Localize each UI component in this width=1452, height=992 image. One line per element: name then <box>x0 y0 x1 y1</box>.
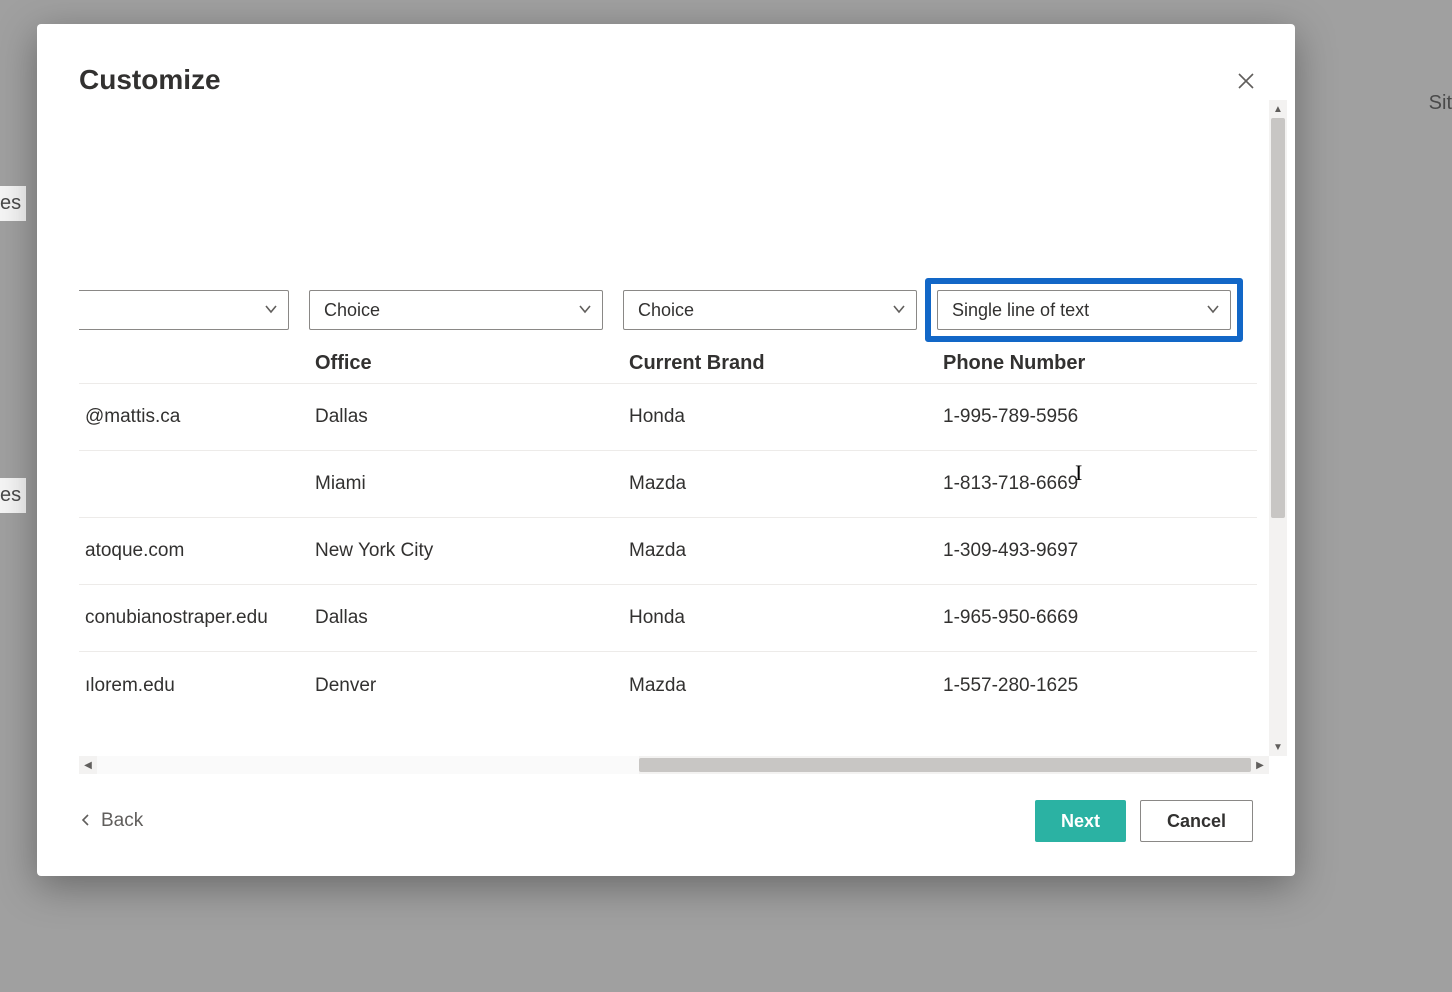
dropdown-value: Single line of text <box>952 300 1089 321</box>
table-cell: 1-557-280-1625 <box>937 675 1251 697</box>
table-cell: 1-995-789-5956 <box>937 406 1251 428</box>
table-cell: Miami <box>309 473 623 495</box>
scroll-track[interactable] <box>97 756 639 774</box>
table-cell: 1-309-493-9697 <box>937 540 1251 562</box>
table-cell: Honda <box>623 607 937 629</box>
table-cell: Dallas <box>309 607 623 629</box>
chevron-down-icon <box>264 300 278 321</box>
table-cell: Dallas <box>309 406 623 428</box>
preview-table: Office Current Brand Phone Number @matti… <box>79 344 1257 719</box>
column-type-dropdown-3[interactable]: Single line of text <box>937 290 1231 330</box>
chevron-down-icon <box>1206 300 1220 321</box>
table-cell: ılorem.edu <box>79 675 309 697</box>
dropdown-value: Choice <box>324 300 380 321</box>
customize-modal: Customize <box>37 24 1295 876</box>
table-cell: Mazda <box>623 675 937 697</box>
table-cell: atoque.com <box>79 540 309 562</box>
background-text: es <box>0 186 26 221</box>
next-label: Next <box>1061 811 1100 832</box>
table-cell: New York City <box>309 540 623 562</box>
vertical-scrollbar[interactable]: ▲ ▼ <box>1269 100 1287 756</box>
column-type-dropdown-2[interactable]: Choice <box>623 290 917 330</box>
table-cell: 1-813-718-6669 <box>937 473 1251 495</box>
horizontal-scrollbar[interactable]: ◀ ▶ <box>79 756 1269 774</box>
back-label: Back <box>101 810 143 832</box>
back-button[interactable]: Back <box>79 810 143 832</box>
modal-body: Choice Choice <box>79 100 1287 788</box>
background-text: es <box>0 478 26 513</box>
content-area: Choice Choice <box>79 100 1287 788</box>
table-cell: 1-965-950-6669 <box>937 607 1251 629</box>
chevron-down-icon <box>892 300 906 321</box>
table-cell: conubianostraper.edu <box>79 607 309 629</box>
scroll-left-button[interactable]: ◀ <box>79 756 97 774</box>
table-row: conubianostraper.edu Dallas Honda 1-965-… <box>79 585 1257 652</box>
next-button[interactable]: Next <box>1035 800 1126 842</box>
table-cell: @mattis.ca <box>79 406 309 428</box>
modal-footer: Back Next Cancel <box>37 796 1295 876</box>
chevron-down-icon <box>578 300 592 321</box>
close-icon <box>1237 72 1255 90</box>
modal-title: Customize <box>79 64 221 96</box>
column-header: Office <box>309 352 623 375</box>
close-button[interactable] <box>1233 66 1259 100</box>
column-type-dropdown-0[interactable] <box>79 290 289 330</box>
modal-header: Customize <box>37 24 1295 100</box>
column-header: Phone Number <box>937 352 1251 375</box>
table-row: Miami Mazda 1-813-718-6669 <box>79 451 1257 518</box>
chevron-left-icon <box>79 811 93 832</box>
table-cell: Mazda <box>623 473 937 495</box>
table-row: @mattis.ca Dallas Honda 1-995-789-5956 <box>79 384 1257 451</box>
horizontal-scroll-thumb[interactable] <box>639 758 1251 772</box>
scroll-up-button[interactable]: ▲ <box>1269 100 1287 118</box>
scroll-down-button[interactable]: ▼ <box>1269 738 1287 756</box>
table-row: ılorem.edu Denver Mazda 1-557-280-1625 <box>79 652 1257 719</box>
background-text: Sit <box>1423 88 1452 119</box>
cancel-button[interactable]: Cancel <box>1140 800 1253 842</box>
table-cell: Denver <box>309 675 623 697</box>
column-type-dropdown-1[interactable]: Choice <box>309 290 603 330</box>
highlighted-dropdown-wrap: Single line of text <box>925 278 1243 342</box>
column-type-row: Choice Choice <box>79 290 1257 330</box>
scroll-right-button[interactable]: ▶ <box>1251 756 1269 774</box>
table-cell: Honda <box>623 406 937 428</box>
table-row: atoque.com New York City Mazda 1-309-493… <box>79 518 1257 585</box>
table-header-row: Office Current Brand Phone Number <box>79 344 1257 384</box>
scroll-pane: Choice Choice <box>79 100 1287 788</box>
vertical-scroll-thumb[interactable] <box>1271 118 1285 518</box>
column-header: Current Brand <box>623 352 937 375</box>
footer-buttons: Next Cancel <box>1035 800 1253 842</box>
dropdown-value: Choice <box>638 300 694 321</box>
table-cell: Mazda <box>623 540 937 562</box>
cancel-label: Cancel <box>1167 811 1226 832</box>
